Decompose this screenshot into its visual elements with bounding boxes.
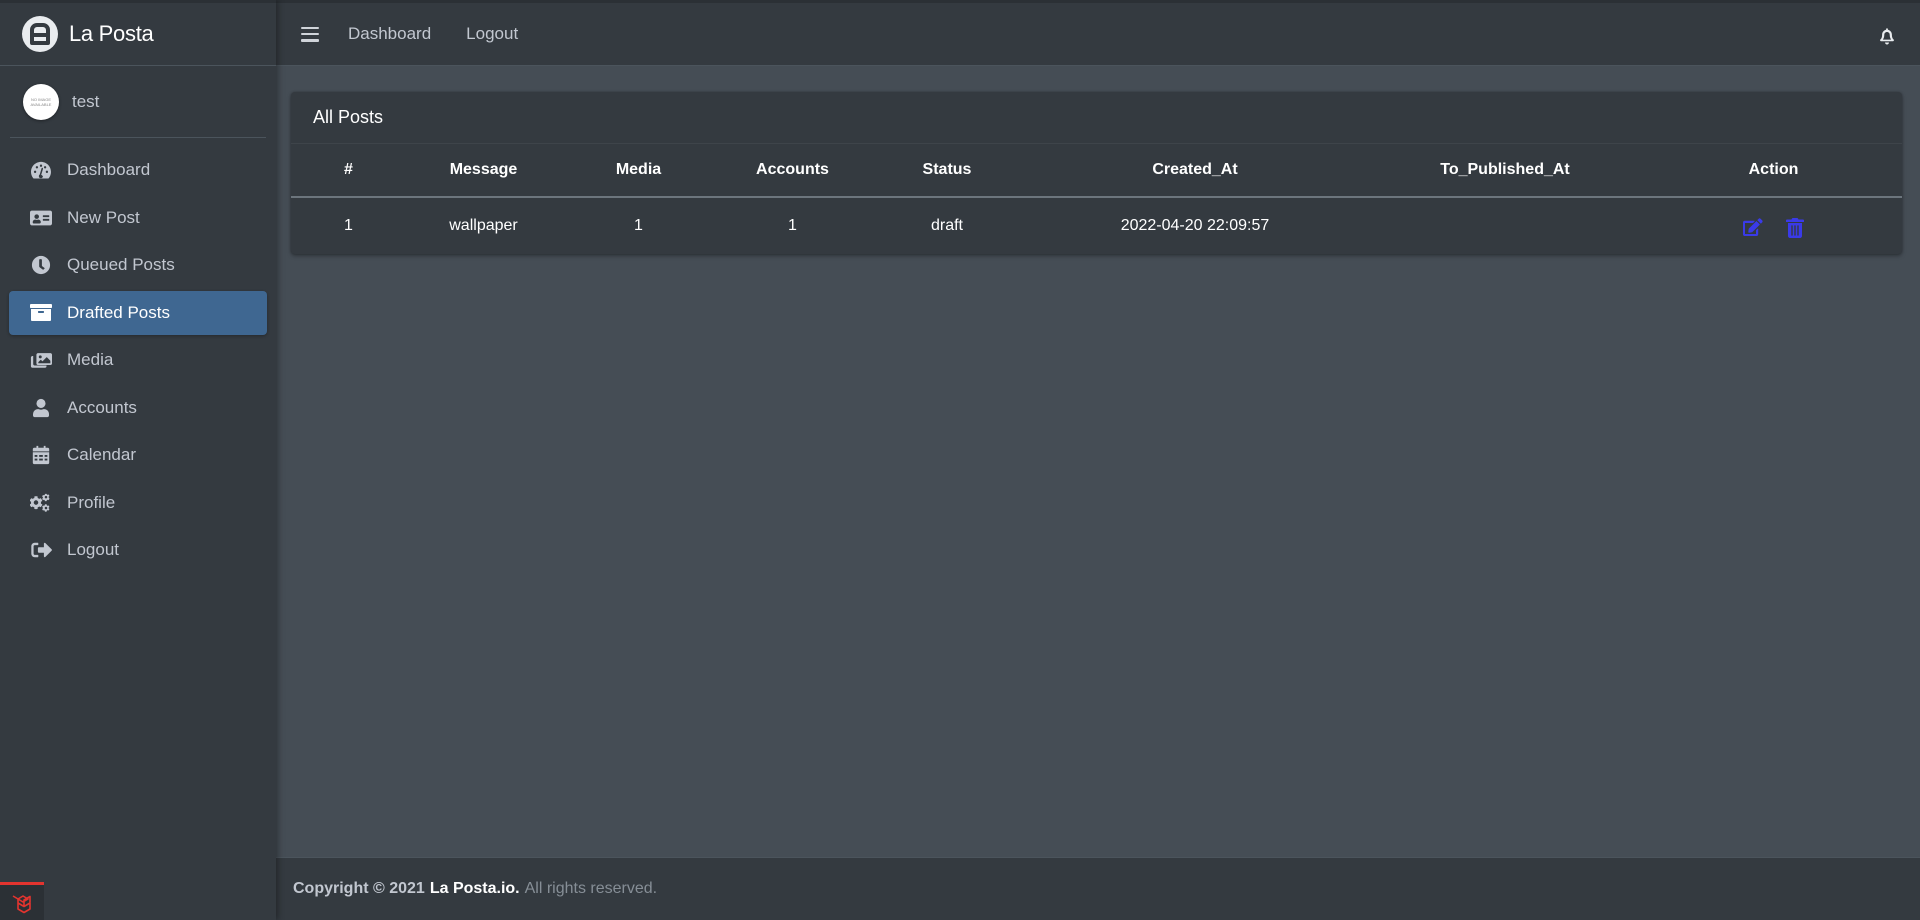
cell-status: draft <box>930 216 963 234</box>
menu-toggle-icon[interactable] <box>301 26 319 42</box>
column-header-message: Message <box>406 144 561 198</box>
footer-rights: All rights reserved. <box>524 880 658 897</box>
sidebar-item-new-post[interactable]: New Post <box>9 196 267 240</box>
user-icon <box>29 397 53 419</box>
column-header-id: # <box>291 144 406 198</box>
cell-action <box>1645 197 1902 253</box>
cell-to-published-at <box>1365 197 1645 253</box>
cell-message: wallpaper <box>449 216 518 234</box>
brand-logo-icon <box>22 16 58 52</box>
sidebar-item-queued-posts[interactable]: Queued Posts <box>9 243 267 287</box>
avatar-placeholder-text: NO IMAGE AVAILABLE <box>30 96 52 107</box>
column-header-accounts: Accounts <box>716 144 869 198</box>
footer-copyright: Copyright © 2021 <box>293 880 425 897</box>
footer: Copyright © 2021 La Posta.io. All rights… <box>276 857 1920 920</box>
sidebar-item-label: Drafted Posts <box>67 302 170 322</box>
laravel-debugbar-toggle[interactable] <box>0 882 44 920</box>
card-title: All Posts <box>291 92 1902 144</box>
posts-card: All Posts # Message Media Accounts Statu… <box>291 92 1902 254</box>
sidebar-item-label: Accounts <box>67 397 137 417</box>
table-row: 1 wallpaper 1 1 draft 2022-04-20 22:09:5… <box>291 197 1902 253</box>
column-header-status: Status <box>869 144 1025 198</box>
images-icon <box>29 349 53 371</box>
cell-accounts: 1 <box>788 216 797 234</box>
brand-link[interactable]: La Posta <box>0 0 276 66</box>
sidebar-nav: Dashboard New Post Queued Posts Drafted … <box>0 138 276 572</box>
column-header-created-at: Created_At <box>1025 144 1365 198</box>
top-link-logout[interactable]: Logout <box>466 24 518 44</box>
posts-table: # Message Media Accounts Status Created_… <box>291 144 1902 253</box>
sidebar-item-label: Profile <box>67 492 116 512</box>
content-wrapper: All Posts # Message Media Accounts Statu… <box>276 66 1920 857</box>
sign-out-icon <box>29 539 53 561</box>
sidebar-item-calendar[interactable]: Calendar <box>9 433 267 477</box>
cell-created-at: 2022-04-20 22:09:57 <box>1120 216 1270 234</box>
laravel-icon <box>12 894 31 913</box>
column-header-action: Action <box>1645 144 1902 198</box>
calendar-icon <box>29 444 53 466</box>
sidebar-item-label: Queued Posts <box>67 255 175 274</box>
column-header-media: Media <box>561 144 716 198</box>
cell-id: 1 <box>344 216 353 234</box>
cell-media: 1 <box>634 216 643 234</box>
clock-icon <box>29 254 53 276</box>
column-header-to-published-at: To_Published_At <box>1365 144 1645 198</box>
id-card-icon <box>29 207 53 229</box>
bell-icon[interactable] <box>1878 25 1896 45</box>
top-navbar: Dashboard Logout <box>276 0 1920 66</box>
sidebar-item-profile[interactable]: Profile <box>9 481 267 525</box>
tachometer-icon <box>29 159 53 181</box>
sidebar-item-drafted-posts[interactable]: Drafted Posts <box>9 290 267 335</box>
sidebar-item-label: Logout <box>67 540 119 559</box>
table-header-row: # Message Media Accounts Status Created_… <box>291 144 1902 198</box>
sidebar-item-dashboard[interactable]: Dashboard <box>9 148 267 192</box>
sidebar: La Posta NO IMAGE AVAILABLE test Dashboa… <box>0 0 276 920</box>
sidebar-item-label: New Post <box>67 207 140 227</box>
avatar: NO IMAGE AVAILABLE <box>23 83 59 120</box>
top-link-dashboard[interactable]: Dashboard <box>348 24 431 44</box>
edit-icon[interactable] <box>1742 217 1763 238</box>
trash-icon[interactable] <box>1785 217 1805 238</box>
user-panel[interactable]: NO IMAGE AVAILABLE test <box>10 66 266 138</box>
footer-brand-link[interactable]: La Posta.io. <box>430 880 520 898</box>
sidebar-item-media[interactable]: Media <box>9 338 267 382</box>
sidebar-item-label: Dashboard <box>67 160 151 179</box>
brand-text: La Posta <box>69 21 154 46</box>
sidebar-item-logout[interactable]: Logout <box>9 528 267 572</box>
sidebar-item-label: Media <box>67 350 114 369</box>
archive-icon <box>29 302 53 324</box>
user-name: test <box>72 91 100 111</box>
sidebar-item-label: Calendar <box>67 445 136 464</box>
sidebar-item-accounts[interactable]: Accounts <box>9 386 267 430</box>
cogs-icon <box>29 492 53 514</box>
